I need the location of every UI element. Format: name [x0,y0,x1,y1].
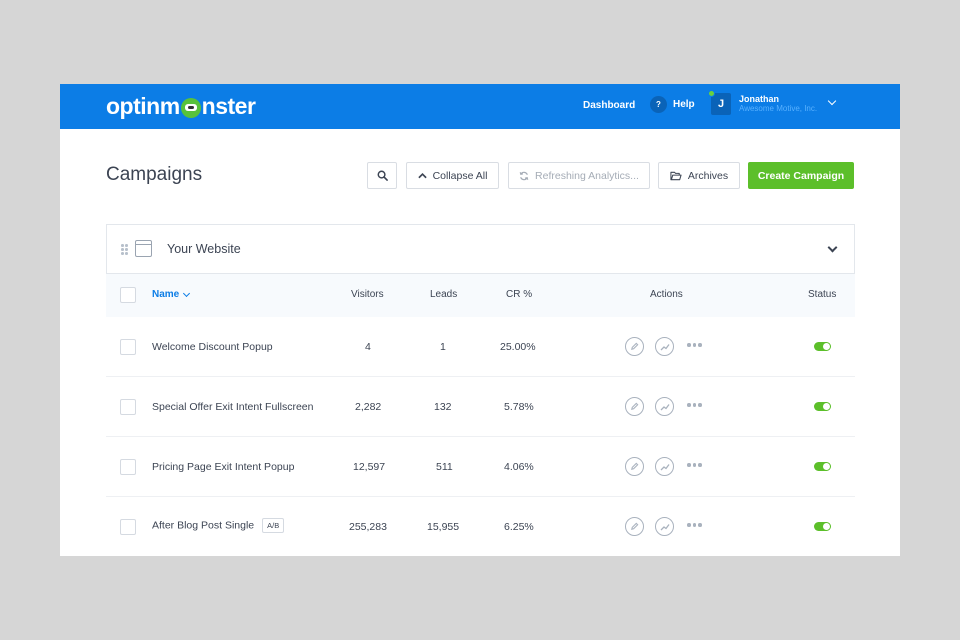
user-info: Jonathan Awesome Motive, Inc. [739,94,817,114]
sort-chevron-down-icon [183,289,191,297]
chevron-up-icon [417,173,427,179]
browser-window-icon [135,240,152,257]
status-toggle[interactable] [814,342,831,351]
pencil-icon[interactable] [625,457,644,476]
column-header-name[interactable]: Name [152,289,191,300]
table-row: Welcome Discount Popup 4 1 25.00% [106,317,855,377]
campaign-name[interactable]: Welcome Discount Popup [152,341,273,353]
status-toggle[interactable] [814,522,831,531]
visitors-value: 2,282 [355,401,382,413]
archives-label: Archives [687,169,729,182]
cr-value: 25.00% [500,341,536,353]
column-header-actions: Actions [650,289,683,300]
column-header-name-label: Name [152,289,180,300]
row-checkbox[interactable] [120,519,136,535]
ab-test-badge: A/B [262,518,285,533]
cr-value: 4.06% [504,461,534,473]
campaign-name[interactable]: Pricing Page Exit Intent Popup [152,461,294,473]
nav-dashboard-link[interactable]: Dashboard [583,100,635,111]
avatar: J [708,90,731,115]
column-header-status: Status [808,289,837,300]
refresh-analytics-button[interactable]: Refreshing Analytics... [508,162,650,189]
leads-value: 132 [434,401,452,413]
online-status-icon [708,90,715,97]
cr-value: 6.25% [504,521,534,533]
top-navigation-bar: optinm nster Dashboard ? Help J Jonathan … [60,84,900,129]
pencil-icon[interactable] [625,337,644,356]
refresh-icon [519,171,529,180]
table-row: After Blog Post Single A/B 255,283 15,955… [106,497,855,556]
table-row: Special Offer Exit Intent Fullscreen 2,2… [106,377,855,437]
pencil-icon[interactable] [625,397,644,416]
table-header-row: Name Visitors Leads CR % Actions Status [106,274,855,317]
visitors-value: 255,283 [349,521,387,533]
archives-button[interactable]: Archives [658,162,740,189]
more-dots-icon[interactable] [687,343,702,347]
pencil-icon[interactable] [625,517,644,536]
leads-value: 1 [440,341,446,353]
more-dots-icon[interactable] [687,403,702,407]
select-all-checkbox[interactable] [120,287,136,303]
row-checkbox[interactable] [120,399,136,415]
column-header-visitors: Visitors [351,289,384,300]
chevron-down-icon[interactable] [827,242,838,253]
logo-text-right: nster [201,93,256,119]
row-checkbox[interactable] [120,459,136,475]
trend-icon[interactable] [655,457,674,476]
visitors-value: 12,597 [353,461,386,473]
page-title: Campaigns [106,164,203,185]
website-group-header[interactable]: Your Website [106,224,855,274]
campaign-name[interactable]: Special Offer Exit Intent Fullscreen [152,401,313,413]
search-button[interactable] [367,162,397,189]
refresh-analytics-label: Refreshing Analytics... [535,169,639,182]
user-menu[interactable]: J Jonathan Awesome Motive, Inc. [708,90,837,115]
column-header-leads: Leads [430,289,458,300]
chevron-down-icon [827,96,837,106]
website-name: Your Website [167,242,241,256]
help-label: Help [673,99,695,110]
collapse-all-label: Collapse All [432,169,488,182]
status-toggle[interactable] [814,462,831,471]
status-toggle[interactable] [814,402,831,411]
create-campaign-button[interactable]: Create Campaign [748,162,854,189]
trend-icon[interactable] [655,397,674,416]
app-window: optinm nster Dashboard ? Help J Jonathan … [60,84,900,556]
more-dots-icon[interactable] [687,463,702,467]
row-checkbox[interactable] [120,339,136,355]
more-dots-icon[interactable] [687,523,702,527]
campaigns-table: Name Visitors Leads CR % Actions Status … [106,274,855,556]
optinmonster-logo[interactable]: optinm nster [106,93,256,120]
trend-icon[interactable] [655,337,674,356]
nav-help-link[interactable]: ? Help [650,96,695,113]
campaign-name-cell: After Blog Post Single A/B [152,518,285,533]
logo-text-left: optinm [106,93,180,119]
column-header-cr: CR % [506,289,533,300]
collapse-all-button[interactable]: Collapse All [406,162,499,189]
visitors-value: 4 [365,341,371,353]
campaign-name[interactable]: After Blog Post Single [152,519,254,531]
help-icon: ? [650,96,667,113]
user-organization: Awesome Motive, Inc. [739,104,818,113]
leads-value: 511 [436,461,453,473]
trend-icon[interactable] [655,517,674,536]
folder-icon [670,171,682,180]
cr-value: 5.78% [504,401,534,413]
search-icon [377,170,388,181]
avatar-initial: J [717,98,725,110]
drag-handle-icon[interactable] [121,244,129,255]
user-name: Jonathan [739,94,780,104]
table-row: Pricing Page Exit Intent Popup 12,597 51… [106,437,855,497]
leads-value: 15,955 [427,521,460,533]
monster-icon [180,97,201,118]
